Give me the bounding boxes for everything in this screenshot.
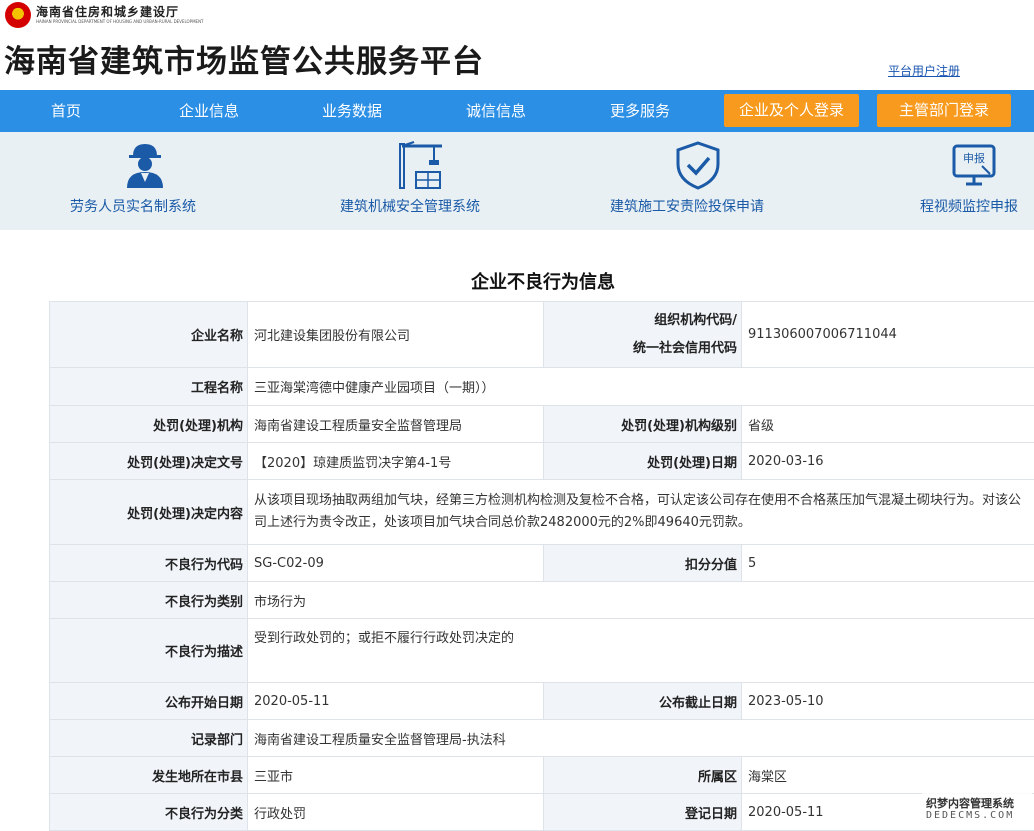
quick-link-machinery-safety[interactable]: 建筑机械安全管理系统 [330,132,520,230]
behavior-category-value: 市场行为 [247,581,1034,619]
classify-label: 不良行为分类 [49,793,248,831]
nav-home[interactable]: 首页 [51,90,81,132]
quick-link-labor-realname[interactable]: 劳务人员实名制系统 [60,132,230,230]
record-dept-value: 海南省建设工程质量安全监督管理局-执法科 [247,719,1034,757]
pub-start-label: 公布开始日期 [49,682,248,720]
score-value: 5 [741,544,1034,582]
penalty-date-value: 2020-03-16 [741,442,1034,480]
penalty-level-value: 省级 [741,405,1034,443]
nav-enterprise-info[interactable]: 企业信息 [179,90,239,132]
district-value: 海棠区 [741,756,1034,794]
worker-icon [127,144,163,188]
pub-end-label: 公布截止日期 [543,682,742,720]
quick-link-label: 劳务人员实名制系统 [70,199,196,215]
table-row: 处罚(处理)决定内容 从该项目现场抽取两组加气块，经第三方检测机构检测及复检不合… [49,479,1034,545]
table-row: 记录部门 海南省建设工程质量安全监督管理局-执法科 [49,719,1034,757]
penalty-org-value: 海南省建设工程质量安全监督管理局 [247,405,544,443]
district-label: 所属区 [543,756,742,794]
shield-check-icon [676,141,720,190]
national-emblem-icon [5,2,31,28]
content-label: 处罚(处理)决定内容 [49,479,248,545]
behavior-category-label: 不良行为类别 [49,581,248,619]
table-row: 处罚(处理)决定文号 【2020】琼建质监罚决字第4-1号 处罚(处理)日期 2… [49,442,1034,480]
doc-no-label: 处罚(处理)决定文号 [49,442,248,480]
report-icon-text: 申报 [963,151,985,165]
enterprise-login-button[interactable]: 企业及个人登录 [724,94,859,127]
department-name: 海南省住房和城乡建设厅 [36,5,180,19]
site-header: 海南省住房和城乡建设厅 HAINAN PROVINCIAL DEPARTMENT… [0,0,1034,90]
main-nav: 首页 企业信息 业务数据 诚信信息 更多服务 企业及个人登录 主管部门登录 [0,90,1034,132]
table-row: 发生地所在市县 三亚市 所属区 海棠区 [49,756,1034,794]
report-icon: 申报 [952,144,996,186]
behavior-code-value: SG-C02-09 [247,544,544,582]
city-value: 三亚市 [247,756,544,794]
company-name-value: 河北建设集团股份有限公司 [247,301,544,368]
bad-behavior-info-table: 企业名称 河北建设集团股份有限公司 组织机构代码/ 统一社会信用代码 91130… [49,301,1034,831]
watermark-line2: DEDECMS.COM [926,810,1015,821]
pub-start-value: 2020-05-11 [247,682,544,720]
register-link[interactable]: 平台用户注册 [888,62,960,79]
department-name-en: HAINAN PROVINCIAL DEPARTMENT OF HOUSING … [36,19,204,24]
quick-link-label: 建筑施工安责险投保申请 [610,199,764,215]
penalty-org-label: 处罚(处理)机构 [49,405,248,443]
org-code-label-line1: 组织机构代码/ [654,312,737,328]
quick-links-bar: 劳务人员实名制系统 建筑机械安全管理系统 建筑施工安责险投保申请 申报 程视频监… [0,132,1034,230]
quick-link-label: 程视频监控申报 [920,199,1018,215]
org-code-label: 组织机构代码/ 统一社会信用代码 [543,301,742,368]
site-title: 海南省建筑市场监管公共服务平台 [4,44,484,80]
nav-credit-info[interactable]: 诚信信息 [466,90,526,132]
nav-business-data[interactable]: 业务数据 [322,90,382,132]
table-row: 不良行为代码 SG-C02-09 扣分分值 5 [49,544,1034,582]
pub-end-value: 2023-05-10 [741,682,1034,720]
classify-value: 行政处罚 [247,793,544,831]
score-label: 扣分分值 [543,544,742,582]
watermark: 织梦内容管理系统 DEDECMS.COM [922,793,1032,827]
table-row: 企业名称 河北建设集团股份有限公司 组织机构代码/ 统一社会信用代码 91130… [49,301,1034,368]
table-row: 不良行为描述 受到行政处罚的；或拒不履行行政处罚决定的 [49,618,1034,683]
page-title: 企业不良行为信息 [471,272,615,293]
penalty-level-label: 处罚(处理)机构级别 [543,405,742,443]
doc-no-value: 【2020】琼建质监罚决字第4-1号 [247,442,544,480]
content-value: 从该项目现场抽取两组加气块，经第三方检测机构检测及复检不合格，可认定该公司存在使… [247,479,1034,545]
org-code-label-line2: 统一社会信用代码 [632,340,737,356]
table-row: 不良行为分类 行政处罚 登记日期 2020-05-11 [49,793,1034,831]
admin-login-button[interactable]: 主管部门登录 [877,94,1011,127]
city-label: 发生地所在市县 [49,756,248,794]
quick-link-label: 建筑机械安全管理系统 [340,199,480,215]
table-row: 工程名称 三亚海棠湾德中健康产业园项目（一期）） [49,367,1034,406]
project-value: 三亚海棠湾德中健康产业园项目（一期）） [247,367,1034,406]
watermark-line1: 织梦内容管理系统 [926,797,1014,810]
quick-link-video-report[interactable]: 申报 程视频监控申报 [910,132,1034,230]
org-code-value: 911306007006711044 [741,301,1034,368]
penalty-date-label: 处罚(处理)日期 [543,442,742,480]
company-name-label: 企业名称 [49,301,248,368]
record-dept-label: 记录部门 [49,719,248,757]
reg-date-label: 登记日期 [543,793,742,831]
table-row: 公布开始日期 2020-05-11 公布截止日期 2023-05-10 [49,682,1034,720]
nav-more-services[interactable]: 更多服务 [610,90,670,132]
table-row: 不良行为类别 市场行为 [49,581,1034,619]
behavior-desc-label: 不良行为描述 [49,618,248,683]
behavior-desc-value: 受到行政处罚的；或拒不履行行政处罚决定的 [247,618,1034,683]
table-row: 处罚(处理)机构 海南省建设工程质量安全监督管理局 处罚(处理)机构级别 省级 [49,405,1034,443]
quick-link-insurance[interactable]: 建筑施工安责险投保申请 [600,132,800,230]
behavior-code-label: 不良行为代码 [49,544,248,582]
project-label: 工程名称 [49,367,248,406]
crane-icon [399,141,442,189]
